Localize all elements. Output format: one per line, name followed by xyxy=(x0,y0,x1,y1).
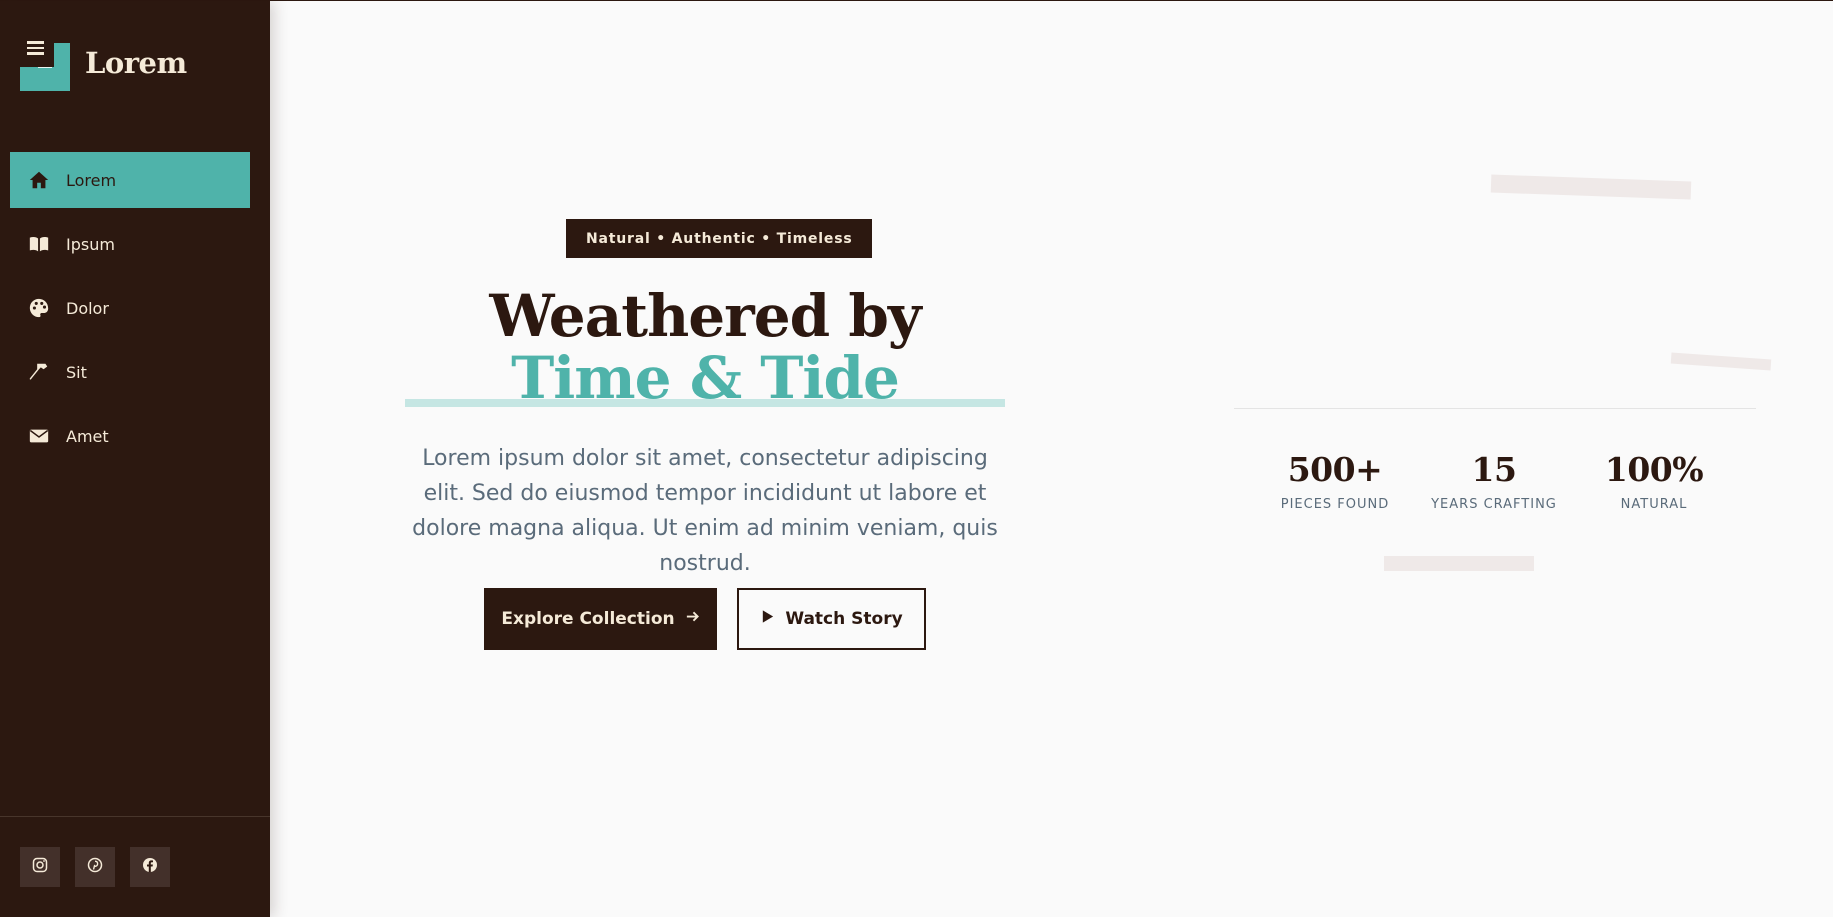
facebook-button[interactable] xyxy=(130,847,170,887)
sidebar: Lorem Lorem Ipsum Dolor Sit Amet xyxy=(0,1,270,917)
sidebar-item-label: Lorem xyxy=(66,170,117,190)
sidebar-nav: Lorem Ipsum Dolor Sit Amet xyxy=(10,152,250,472)
sidebar-item-sit[interactable]: Sit xyxy=(10,344,250,400)
button-label: Watch Story xyxy=(785,609,903,629)
envelope-icon xyxy=(28,425,50,447)
hamburger-icon xyxy=(26,41,44,55)
facebook-icon xyxy=(142,857,158,877)
play-icon xyxy=(760,609,775,629)
sidebar-item-label: Dolor xyxy=(66,298,109,318)
stat-value: 500+ xyxy=(1287,450,1383,489)
stat-label: YEARS CRAFTING xyxy=(1431,497,1557,512)
hero-headline-line-2: Time & Tide xyxy=(511,344,900,412)
pinterest-button[interactable] xyxy=(75,847,115,887)
decorative-bar xyxy=(1490,174,1692,200)
stat-value: 15 xyxy=(1471,450,1517,489)
sidebar-item-dolor[interactable]: Dolor xyxy=(10,280,250,336)
sidebar-item-amet[interactable]: Amet xyxy=(10,408,250,464)
stat-value: 100% xyxy=(1604,450,1704,489)
instagram-button[interactable] xyxy=(20,847,60,887)
decorative-bar xyxy=(1384,556,1534,571)
hero-description: Lorem ipsum dolor sit amet, consectetur … xyxy=(412,446,998,576)
explore-collection-button[interactable]: Explore Collection xyxy=(484,588,717,650)
sidebar-item-label: Sit xyxy=(66,362,87,382)
menu-toggle-button[interactable] xyxy=(16,29,54,67)
palette-icon xyxy=(28,297,50,319)
home-icon xyxy=(28,169,50,191)
watch-story-button[interactable]: Watch Story xyxy=(737,588,926,650)
sidebar-divider xyxy=(0,816,270,817)
stat-label: PIECES FOUND xyxy=(1280,497,1390,512)
stat-years-crafting: 15 YEARS CRAFTING xyxy=(1414,450,1574,512)
brand-name[interactable]: Lorem xyxy=(85,46,187,80)
hero-headline-line-1: Weathered by xyxy=(489,282,921,350)
hammer-icon xyxy=(28,361,50,383)
sidebar-item-ipsum[interactable]: Ipsum xyxy=(10,216,250,272)
sidebar-item-lorem[interactable]: Lorem xyxy=(10,152,250,208)
stat-pieces-found: 500+ PIECES FOUND xyxy=(1255,450,1415,512)
sidebar-item-label: Ipsum xyxy=(66,234,115,254)
tagline-badge: Natural • Authentic • Timeless xyxy=(566,219,873,258)
pinterest-icon xyxy=(87,857,103,877)
sidebar-item-label: Amet xyxy=(66,426,109,446)
button-label: Explore Collection xyxy=(501,609,675,629)
decorative-bar xyxy=(1670,352,1772,371)
instagram-icon xyxy=(32,857,48,877)
stat-label: NATURAL xyxy=(1620,497,1688,512)
social-links xyxy=(20,847,170,887)
stat-natural: 100% NATURAL xyxy=(1574,450,1734,512)
stats-divider xyxy=(1234,408,1756,409)
arrow-right-icon xyxy=(685,609,700,629)
book-icon xyxy=(28,233,50,255)
